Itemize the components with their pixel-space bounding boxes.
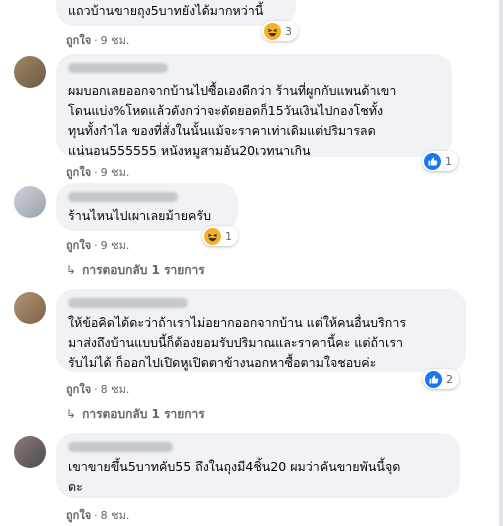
timestamp[interactable]: 8 ชม.	[101, 509, 130, 522]
timestamp[interactable]: 9 ชม.	[101, 239, 130, 252]
comment-bubble: ให้ข้อคิดได้ดะว่าถ้าเราไม่อยากออกจากบ้าน…	[56, 289, 466, 372]
reply-arrow-icon: ↳	[66, 263, 77, 277]
reaction-count: 3	[285, 24, 292, 38]
like-link[interactable]: ถูกใจ	[66, 166, 91, 179]
view-replies-link[interactable]: ↳ การตอบกลับ 1 รายการ	[66, 261, 205, 280]
avatar[interactable]	[14, 56, 46, 88]
reaction-count: 1	[225, 229, 232, 243]
comment-meta: ถูกใจ · 9 ชม.	[66, 34, 130, 47]
comment-text: ร้านไหนไปเผาเลยม้ายครับ	[68, 208, 212, 223]
like-link[interactable]: ถูกใจ	[66, 383, 91, 396]
replies-label: การตอบกลับ 1 รายการ	[82, 407, 205, 421]
reaction-count: 2	[446, 372, 453, 386]
timestamp[interactable]: 8 ชม.	[101, 383, 130, 396]
author-name-redacted[interactable]	[68, 298, 188, 308]
reaction-summary[interactable]: 1	[202, 226, 238, 246]
avatar[interactable]	[14, 186, 46, 218]
author-name-redacted[interactable]	[68, 192, 178, 202]
author-name-redacted[interactable]	[68, 442, 173, 452]
comment-meta: ถูกใจ · 9 ชม.	[66, 166, 130, 179]
view-replies-link[interactable]: ↳ การตอบกลับ 1 รายการ	[66, 405, 205, 424]
haha-reaction-icon	[264, 22, 281, 40]
comment-bubble: ร้านไหนไปเผาเลยม้ายครับ	[56, 183, 238, 231]
comment-meta: ถูกใจ · 8 ชม.	[66, 509, 130, 522]
reaction-summary[interactable]: 2	[423, 369, 459, 389]
avatar[interactable]	[14, 292, 46, 324]
like-reaction-icon	[424, 152, 441, 170]
timestamp[interactable]: 9 ชม.	[101, 34, 130, 47]
comment-meta: ถูกใจ · 8 ชม.	[66, 383, 130, 396]
comment-text: ให้ข้อคิดได้ดะว่าถ้าเราไม่อยากออกจากบ้าน…	[68, 315, 407, 370]
comment-meta: ถูกใจ · 9 ชม.	[66, 239, 130, 252]
haha-reaction-icon	[204, 227, 221, 245]
like-link[interactable]: ถูกใจ	[66, 509, 91, 522]
scrollbar-track[interactable]	[499, 0, 503, 526]
timestamp[interactable]: 9 ชม.	[101, 166, 130, 179]
like-link[interactable]: ถูกใจ	[66, 34, 91, 47]
comment-text: เขาขายขึ้น5บาทคับ55 ถึงในถุงมี4ชิ้น20 ผม…	[68, 459, 401, 494]
like-link[interactable]: ถูกใจ	[66, 239, 91, 252]
reaction-count: 1	[445, 154, 452, 168]
avatar[interactable]	[14, 436, 46, 468]
reaction-summary[interactable]: 3	[262, 21, 298, 41]
comment-text: ผมบอกเลยออกจากบ้านไปซื้อเองดีกว่า ร้านที…	[68, 83, 397, 158]
reaction-summary[interactable]: 1	[422, 151, 458, 171]
comment-text: แถวบ้านขายถุง5บาทยังได้มากหว่านี้	[68, 3, 264, 18]
like-reaction-icon	[425, 370, 442, 388]
comment-bubble: ผมบอกเลยออกจากบ้านไปซื้อเองดีกว่า ร้านที…	[56, 54, 452, 158]
comment-bubble: เขาขายขึ้น5บาทคับ55 ถึงในถุงมี4ชิ้น20 ผม…	[56, 433, 460, 498]
author-name-redacted[interactable]	[68, 63, 168, 73]
comment-bubble: แถวบ้านขายถุง5บาทยังได้มากหว่านี้	[56, 0, 296, 26]
reply-arrow-icon: ↳	[66, 407, 77, 421]
replies-label: การตอบกลับ 1 รายการ	[82, 263, 205, 277]
